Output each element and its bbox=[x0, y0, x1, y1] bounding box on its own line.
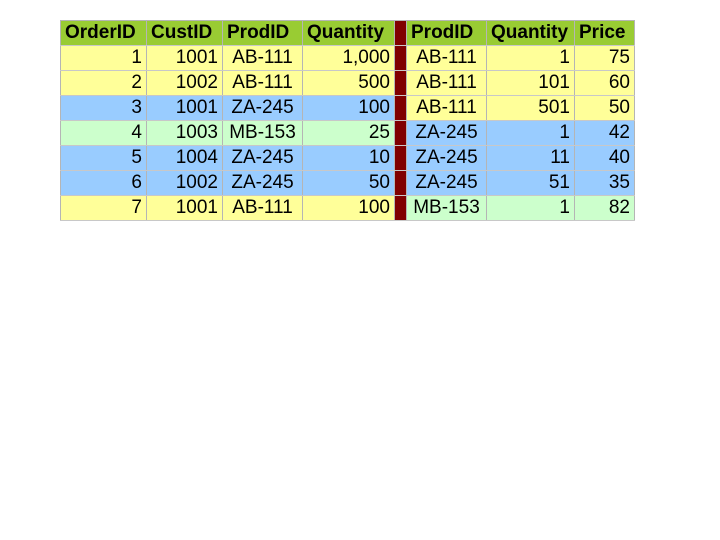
table-row: 5 1004 ZA-245 10 ZA-245 11 40 bbox=[60, 145, 635, 171]
cell-order-prod-id: ZA-245 bbox=[222, 170, 303, 196]
cell-order-prod-id: MB-153 bbox=[222, 120, 303, 146]
cell-cust-id: 1003 bbox=[146, 120, 223, 146]
cell-order-quantity: 50 bbox=[302, 170, 395, 196]
cell-cust-id: 1002 bbox=[146, 170, 223, 196]
header-order-quantity: Quantity bbox=[302, 20, 395, 46]
cell-order-prod-id: AB-111 bbox=[222, 45, 303, 71]
cell-price-prod-id: AB-111 bbox=[406, 95, 487, 121]
header-price-prod-id: ProdID bbox=[406, 20, 487, 46]
header-row: OrderID CustID ProdID Quantity ProdID Qu… bbox=[60, 20, 635, 46]
header-price: Price bbox=[574, 20, 635, 46]
cell-price: 50 bbox=[574, 95, 635, 121]
cell-price: 35 bbox=[574, 170, 635, 196]
cell-order-quantity: 100 bbox=[302, 195, 395, 221]
orders-prices-table: OrderID CustID ProdID Quantity ProdID Qu… bbox=[60, 20, 635, 221]
table-row: 1 1001 AB-111 1,000 AB-111 1 75 bbox=[60, 45, 635, 71]
header-order-prod-id: ProdID bbox=[222, 20, 303, 46]
cell-price-prod-id: AB-111 bbox=[406, 70, 487, 96]
cell-cust-id: 1001 bbox=[146, 95, 223, 121]
cell-price: 82 bbox=[574, 195, 635, 221]
cell-price-quantity: 501 bbox=[486, 95, 575, 121]
table-row: 2 1002 AB-111 500 AB-111 101 60 bbox=[60, 70, 635, 96]
cell-cust-id: 1001 bbox=[146, 45, 223, 71]
table-row: 4 1003 MB-153 25 ZA-245 1 42 bbox=[60, 120, 635, 146]
table-separator bbox=[394, 145, 407, 171]
header-order-id: OrderID bbox=[60, 20, 147, 46]
header-cust-id: CustID bbox=[146, 20, 223, 46]
cell-price-quantity: 51 bbox=[486, 170, 575, 196]
cell-price: 75 bbox=[574, 45, 635, 71]
table-separator bbox=[394, 195, 407, 221]
cell-order-id: 2 bbox=[60, 70, 147, 96]
slide-canvas: OrderID CustID ProdID Quantity ProdID Qu… bbox=[0, 0, 720, 540]
cell-order-quantity: 25 bbox=[302, 120, 395, 146]
cell-price-quantity: 1 bbox=[486, 120, 575, 146]
cell-order-prod-id: AB-111 bbox=[222, 70, 303, 96]
cell-price-quantity: 1 bbox=[486, 45, 575, 71]
cell-price: 42 bbox=[574, 120, 635, 146]
cell-price-quantity: 1 bbox=[486, 195, 575, 221]
cell-order-id: 3 bbox=[60, 95, 147, 121]
cell-order-prod-id: ZA-245 bbox=[222, 145, 303, 171]
cell-cust-id: 1004 bbox=[146, 145, 223, 171]
table-row: 6 1002 ZA-245 50 ZA-245 51 35 bbox=[60, 170, 635, 196]
cell-order-id: 6 bbox=[60, 170, 147, 196]
table-row: 7 1001 AB-111 100 MB-153 1 82 bbox=[60, 195, 635, 221]
cell-price-quantity: 101 bbox=[486, 70, 575, 96]
cell-order-id: 5 bbox=[60, 145, 147, 171]
cell-cust-id: 1002 bbox=[146, 70, 223, 96]
cell-cust-id: 1001 bbox=[146, 195, 223, 221]
cell-order-id: 4 bbox=[60, 120, 147, 146]
cell-price-prod-id: ZA-245 bbox=[406, 120, 487, 146]
table-separator bbox=[394, 170, 407, 196]
cell-price-prod-id: MB-153 bbox=[406, 195, 487, 221]
table-separator bbox=[394, 95, 407, 121]
cell-order-prod-id: AB-111 bbox=[222, 195, 303, 221]
cell-order-quantity: 1,000 bbox=[302, 45, 395, 71]
table-separator bbox=[394, 70, 407, 96]
table-separator bbox=[394, 20, 407, 46]
cell-order-id: 1 bbox=[60, 45, 147, 71]
cell-price: 40 bbox=[574, 145, 635, 171]
cell-price-prod-id: ZA-245 bbox=[406, 145, 487, 171]
cell-order-quantity: 500 bbox=[302, 70, 395, 96]
cell-price-prod-id: AB-111 bbox=[406, 45, 487, 71]
cell-order-quantity: 10 bbox=[302, 145, 395, 171]
table-separator bbox=[394, 45, 407, 71]
cell-price: 60 bbox=[574, 70, 635, 96]
table-row: 3 1001 ZA-245 100 AB-111 501 50 bbox=[60, 95, 635, 121]
cell-order-quantity: 100 bbox=[302, 95, 395, 121]
header-price-quantity: Quantity bbox=[486, 20, 575, 46]
cell-price-quantity: 11 bbox=[486, 145, 575, 171]
cell-order-prod-id: ZA-245 bbox=[222, 95, 303, 121]
cell-order-id: 7 bbox=[60, 195, 147, 221]
cell-price-prod-id: ZA-245 bbox=[406, 170, 487, 196]
table-separator bbox=[394, 120, 407, 146]
